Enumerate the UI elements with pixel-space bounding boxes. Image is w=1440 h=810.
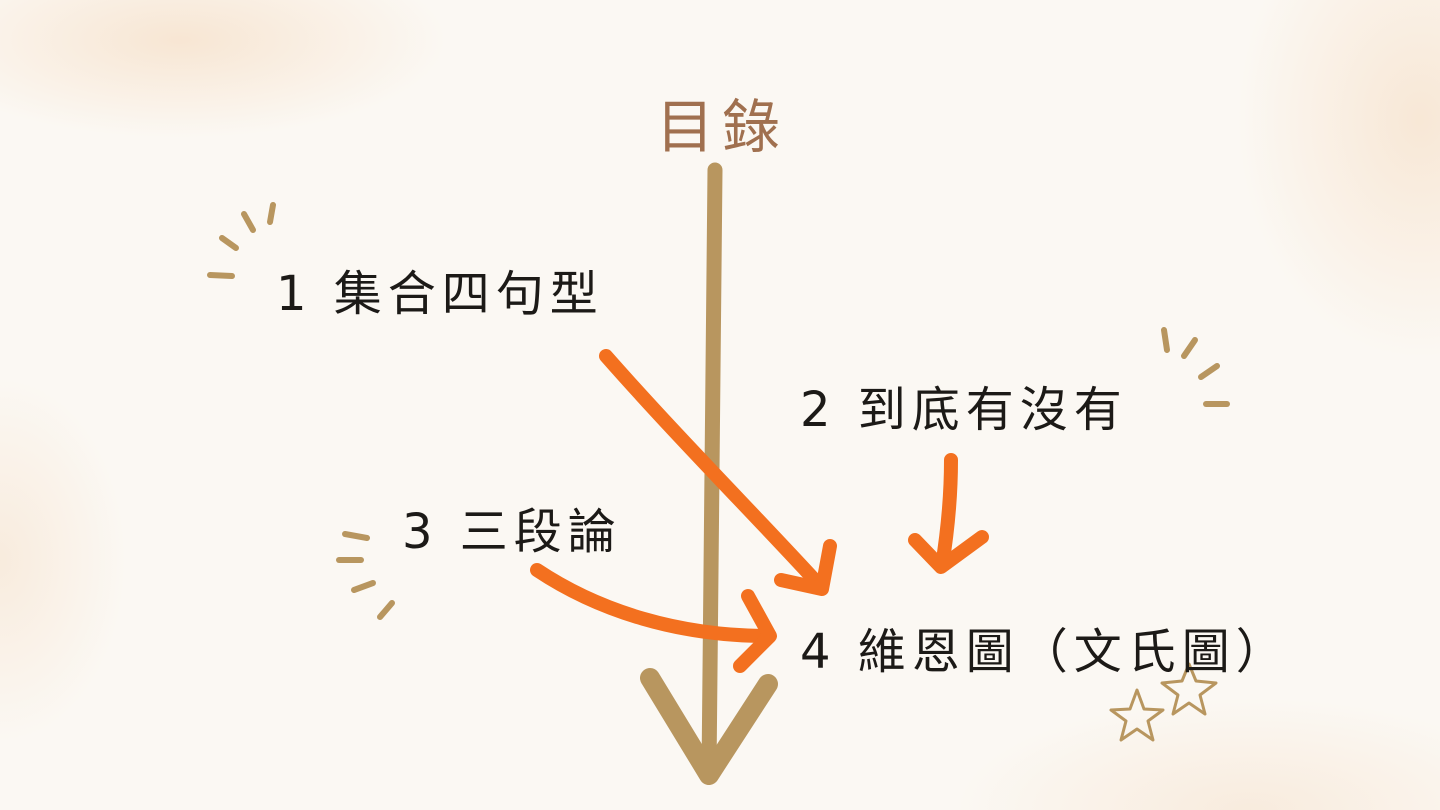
arrow-item2-to-item4-icon	[908, 453, 989, 574]
toc-item-4: 4 維恩圖（文氏圖）	[800, 624, 1290, 680]
toc-item-2: 2 到底有沒有	[800, 382, 1128, 438]
toc-item-3: 3 三段論	[402, 504, 622, 560]
sparkle-lines-icon	[1161, 327, 1230, 407]
sparkle-lines-icon	[336, 531, 395, 620]
sparkle-lines-icon	[207, 202, 276, 279]
page-title: 目錄	[656, 93, 789, 161]
arrow-item3-to-item4-icon	[530, 563, 777, 673]
star-icon	[1109, 688, 1165, 742]
toc-item-1: 1 集合四句型	[276, 266, 604, 322]
